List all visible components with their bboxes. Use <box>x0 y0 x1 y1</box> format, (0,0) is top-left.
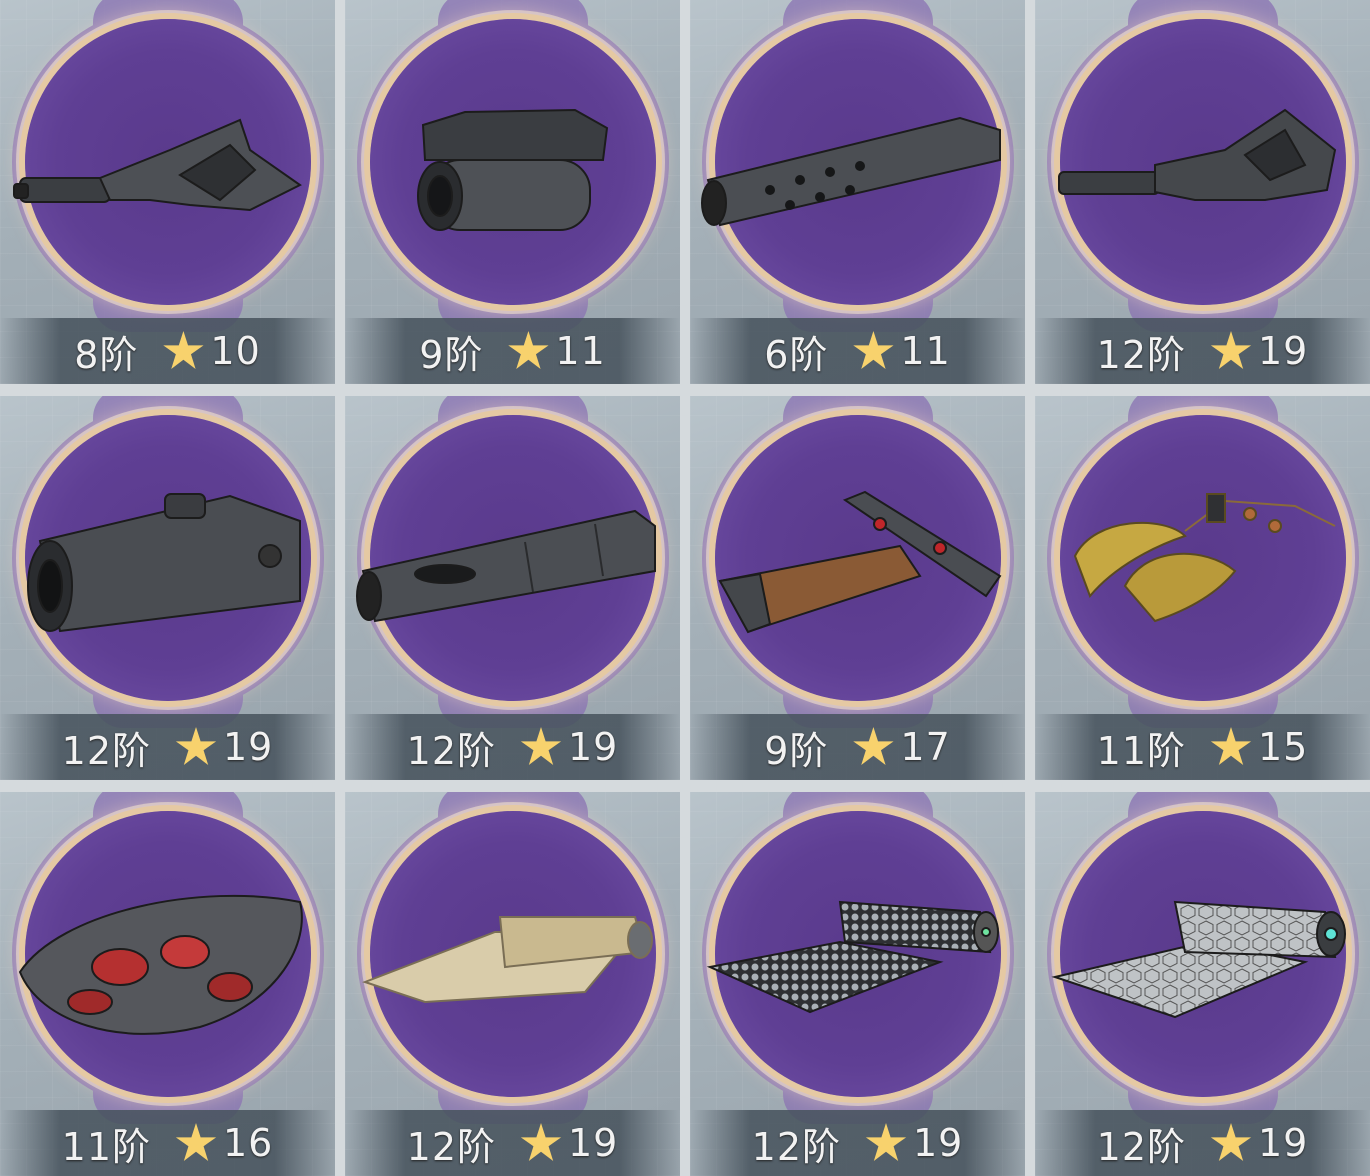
label-bar: 12阶 19 <box>345 1110 680 1176</box>
star-count: 17 <box>900 725 951 769</box>
tier-label: 12阶 <box>1096 332 1186 377</box>
star-icon <box>520 1123 562 1161</box>
star-icon <box>508 331 549 369</box>
label-bar: 12阶 19 <box>1035 1110 1370 1176</box>
tier-label: 8阶 <box>74 332 139 377</box>
tier-label: 12阶 <box>751 1124 841 1169</box>
label-bar: 11阶 16 <box>0 1110 335 1176</box>
star-count: 11 <box>900 329 951 373</box>
star-icon <box>853 331 894 369</box>
label-bar: 8阶 10 <box>0 318 335 384</box>
star-icon <box>853 727 894 765</box>
star-count: 19 <box>1258 329 1309 373</box>
item-tile[interactable]: 12阶 19 <box>1035 0 1370 384</box>
item-tile[interactable]: 12阶 19 <box>345 396 680 780</box>
star-icon <box>520 727 562 765</box>
tier-label: 9阶 <box>419 332 484 377</box>
item-tile[interactable]: 11阶 16 <box>0 792 335 1176</box>
item-tile[interactable]: 12阶 19 <box>690 792 1025 1176</box>
label-bar: 12阶 19 <box>345 714 680 780</box>
label-bar: 12阶 19 <box>1035 318 1370 384</box>
star-icon <box>1210 331 1252 369</box>
label-bar: 9阶 11 <box>345 318 680 384</box>
item-tile[interactable]: 6阶 11 <box>690 0 1025 384</box>
equipment-grid: 8阶 10 9阶 11 6阶 11 12阶 19 12阶 19 12阶 19 9… <box>0 0 1370 1176</box>
star-count: 19 <box>568 725 619 769</box>
star-count: 19 <box>1258 1121 1309 1165</box>
star-count: 19 <box>223 725 274 769</box>
tier-label: 11阶 <box>61 1124 151 1169</box>
item-tile[interactable]: 12阶 19 <box>1035 792 1370 1176</box>
star-count: 11 <box>555 329 606 373</box>
star-icon <box>175 1123 217 1161</box>
tier-label: 12阶 <box>61 728 151 773</box>
label-bar: 9阶 17 <box>690 714 1025 780</box>
tier-label: 12阶 <box>406 728 496 773</box>
star-count: 15 <box>1258 725 1309 769</box>
item-tile[interactable]: 8阶 10 <box>0 0 335 384</box>
item-tile[interactable]: 9阶 17 <box>690 396 1025 780</box>
star-icon <box>175 727 217 765</box>
item-tile[interactable]: 9阶 11 <box>345 0 680 384</box>
label-bar: 6阶 11 <box>690 318 1025 384</box>
star-count: 10 <box>210 329 261 373</box>
tier-label: 12阶 <box>406 1124 496 1169</box>
label-bar: 12阶 19 <box>0 714 335 780</box>
item-tile[interactable]: 12阶 19 <box>345 792 680 1176</box>
item-tile[interactable]: 11阶 15 <box>1035 396 1370 780</box>
star-count: 19 <box>913 1121 964 1165</box>
tier-label: 6阶 <box>764 332 829 377</box>
star-icon <box>865 1123 907 1161</box>
tier-label: 9阶 <box>764 728 829 773</box>
label-bar: 12阶 19 <box>690 1110 1025 1176</box>
item-tile[interactable]: 12阶 19 <box>0 396 335 780</box>
star-count: 19 <box>568 1121 619 1165</box>
star-count: 16 <box>223 1121 274 1165</box>
star-icon <box>163 331 204 369</box>
star-icon <box>1210 1123 1252 1161</box>
tier-label: 12阶 <box>1096 1124 1186 1169</box>
tier-label: 11阶 <box>1096 728 1186 773</box>
star-icon <box>1210 727 1252 765</box>
label-bar: 11阶 15 <box>1035 714 1370 780</box>
